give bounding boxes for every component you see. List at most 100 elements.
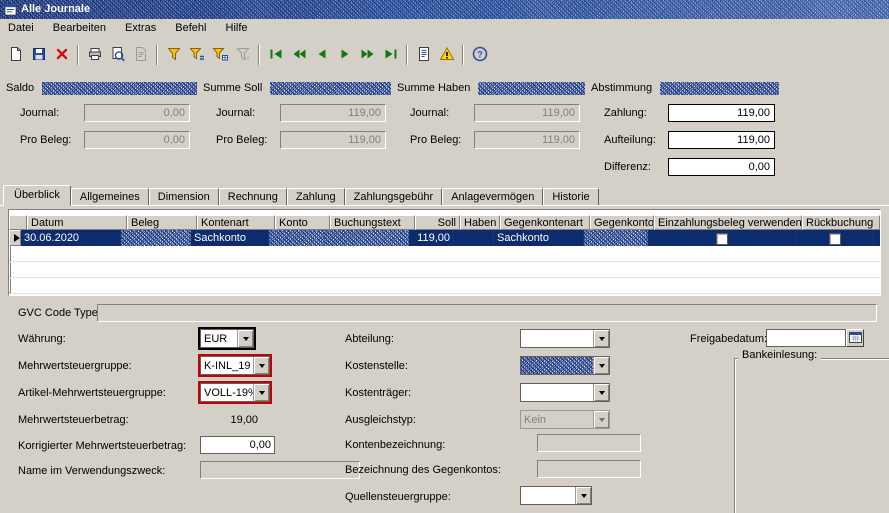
soll-journal-field: 119,00 — [280, 104, 386, 122]
delete-button[interactable] — [50, 44, 73, 66]
column-header-datum[interactable]: Datum — [27, 215, 127, 230]
funnel-equals-icon — [188, 46, 205, 65]
abteilung-label: Abteilung: — [345, 333, 394, 345]
quellensteuergruppe-combo[interactable] — [520, 486, 592, 505]
column-header-buchungstext[interactable]: Buchungstext — [330, 215, 415, 230]
freigabedatum-input[interactable] — [766, 329, 846, 347]
tab-zahlungsgebuehr[interactable]: Zahlungsgebühr — [344, 188, 443, 206]
grid-row-empty[interactable] — [9, 278, 880, 294]
previous-area-button[interactable] — [287, 44, 310, 66]
remove-filter-button[interactable] — [231, 44, 254, 66]
column-header-rueckbuchung[interactable]: Rückbuchung — [802, 215, 880, 230]
filter-button[interactable] — [162, 44, 185, 66]
menu-datei[interactable]: Datei — [0, 19, 42, 38]
tab-zahlung[interactable]: Zahlung — [286, 188, 345, 206]
ausgleichstyp-label: Ausgleichstyp: — [345, 414, 416, 426]
tab-historie[interactable]: Historie — [543, 188, 599, 206]
abteilung-dropdown-button[interactable] — [593, 330, 609, 347]
cell-kontenart[interactable]: Sachkonto — [191, 230, 269, 246]
waehrung-dropdown-button[interactable] — [237, 330, 253, 347]
column-header-kontenart[interactable]: Kontenart — [197, 215, 275, 230]
column-header-haben[interactable]: Haben — [460, 215, 500, 230]
bezeichnung-des-gegenkontos-label: Bezeichnung des Gegenkontos: — [345, 464, 501, 476]
next-area-button[interactable] — [356, 44, 379, 66]
last-record-icon — [383, 46, 399, 65]
artikel-mehrwertsteuergruppe-dropdown-button[interactable] — [253, 384, 269, 401]
cell-rueckbuchung — [796, 230, 874, 246]
saldo-journal-label: Journal: — [20, 107, 60, 119]
grid-row-empty[interactable] — [9, 262, 880, 278]
kostenstelle-combo[interactable] — [520, 356, 610, 375]
previous-record-button[interactable] — [310, 44, 333, 66]
row-selector[interactable] — [9, 262, 11, 277]
kostentraeger-combo[interactable] — [520, 383, 610, 402]
document-view-button[interactable] — [129, 44, 152, 66]
differenz-field: 0,00 — [668, 158, 775, 176]
filter-by-selection-button[interactable] — [185, 44, 208, 66]
menu-hilfe[interactable]: Hilfe — [218, 19, 256, 38]
row-selector[interactable] — [9, 278, 11, 293]
help-button[interactable]: ? — [468, 44, 491, 66]
freigabedatum-calendar-button[interactable] — [846, 329, 864, 347]
tab-rechnung[interactable]: Rechnung — [218, 188, 287, 206]
artikel-mehrwertsteuergruppe-combo[interactable]: VOLL-19% — [198, 381, 272, 404]
mehrwertsteuergruppe-dropdown-button[interactable] — [253, 357, 269, 374]
tab-anlagevermoegen[interactable]: Anlagevermögen — [442, 188, 544, 206]
filter-by-field-button[interactable] — [208, 44, 231, 66]
rueckbuchung-checkbox[interactable] — [828, 233, 841, 245]
first-record-button[interactable] — [264, 44, 287, 66]
waehrung-combo[interactable]: EUR — [198, 327, 256, 350]
column-header-konto[interactable]: Konto — [275, 215, 330, 230]
kostentraeger-dropdown-button[interactable] — [593, 384, 609, 401]
menu-befehl[interactable]: Befehl — [167, 19, 214, 38]
help-icon: ? — [472, 46, 488, 65]
tab-allgemeines[interactable]: Allgemeines — [70, 188, 149, 206]
cell-gegenkonto-redacted[interactable] — [584, 230, 648, 246]
next-record-button[interactable] — [333, 44, 356, 66]
group-summe-soll-header: Summe Soll — [201, 82, 391, 95]
column-header-gegenkonto[interactable]: Gegenkonto — [590, 215, 654, 230]
cell-datum[interactable]: 30.06.2020 — [21, 230, 121, 246]
group-abstimmung-title: Abstimmung — [589, 82, 661, 95]
group-summe-soll-title: Summe Soll — [201, 82, 271, 95]
name-im-verwendungszweck-field — [200, 461, 360, 479]
cell-gegenkontenart[interactable]: Sachkonto — [494, 230, 584, 246]
column-header-beleg[interactable]: Beleg — [127, 215, 197, 230]
window-title: Alle Journale — [21, 3, 91, 15]
grid-row-selected[interactable]: 30.06.2020 Sachkonto 119,00 Sachkonto — [9, 230, 880, 246]
group-abstimmung-header: Abstimmung — [589, 82, 779, 95]
cell-beleg-redacted[interactable] — [121, 230, 191, 246]
korrigierter-mehrwertsteuerbetrag-input[interactable]: 0,00 — [200, 436, 275, 454]
mehrwertsteuergruppe-combo[interactable]: K-INL_19 — [198, 354, 272, 377]
row-selector[interactable] — [9, 246, 11, 261]
menu-bearbeiten[interactable]: Bearbeiten — [45, 19, 114, 38]
column-header-gegenkontenart[interactable]: Gegenkontenart — [500, 215, 590, 230]
chevron-down-icon — [598, 390, 605, 395]
abteilung-combo[interactable] — [520, 329, 610, 348]
group-saldo-header: Saldo — [4, 82, 197, 95]
document-handling-button[interactable] — [412, 44, 435, 66]
print-button[interactable] — [83, 44, 106, 66]
column-header-soll[interactable]: Soll — [415, 215, 460, 230]
last-record-button[interactable] — [379, 44, 402, 66]
row-selector[interactable] — [9, 230, 21, 246]
quellensteuergruppe-dropdown-button[interactable] — [575, 487, 591, 504]
tab-ueberblick[interactable]: Überblick — [3, 185, 71, 206]
cell-soll[interactable]: 119,00 — [409, 230, 454, 246]
bezeichnung-des-gegenkontos-field-redacted — [537, 460, 641, 478]
print-preview-button[interactable] — [106, 44, 129, 66]
menu-extras[interactable]: Extras — [117, 19, 164, 38]
tab-dimension[interactable]: Dimension — [148, 188, 219, 206]
column-header-einzahlungsbeleg[interactable]: Einzahlungsbeleg verwenden — [654, 215, 802, 230]
cell-haben[interactable] — [454, 230, 494, 246]
cell-buchungstext-redacted[interactable] — [324, 230, 409, 246]
toolbar-separator — [156, 45, 158, 65]
save-button[interactable] — [27, 44, 50, 66]
warning-button[interactable] — [435, 44, 458, 66]
einzahlungsbeleg-checkbox[interactable] — [715, 233, 728, 245]
new-record-button[interactable] — [4, 44, 27, 66]
grid-row-empty[interactable] — [9, 246, 880, 262]
kostenstelle-dropdown-button[interactable] — [593, 357, 609, 374]
cell-konto-redacted[interactable] — [269, 230, 324, 246]
chevron-down-icon — [580, 493, 587, 498]
